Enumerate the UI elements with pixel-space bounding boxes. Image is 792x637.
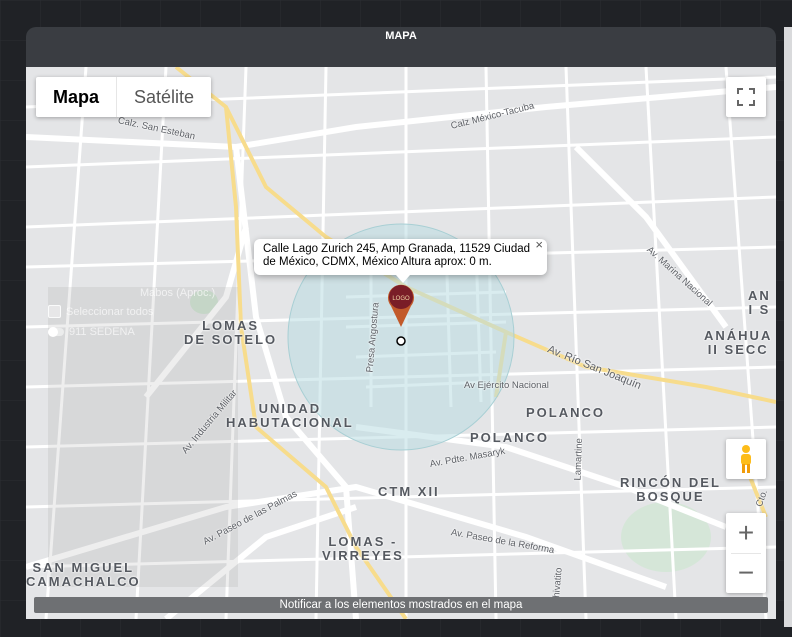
center-point-icon — [396, 336, 406, 346]
neighborhood-label: LOMAS - VIRREYES — [322, 534, 404, 563]
info-address-line1: Calle Lago Zurich 245, Amp Granada, 1152… — [263, 243, 531, 255]
fullscreen-icon — [737, 88, 755, 106]
info-window-tail — [396, 275, 410, 283]
neighborhood-label: RINCÓN DEL BOSQUE — [620, 475, 721, 504]
select-all-label: Seleccionar todos — [66, 305, 154, 318]
neighborhood-label: POLANCO — [470, 430, 549, 445]
info-address-line2: de México, CDMX, México Altura aprox: 0 … — [263, 256, 492, 268]
street-label: Lamartine — [572, 438, 585, 481]
layer-toggle[interactable] — [48, 327, 64, 337]
layer-toggle-row[interactable]: 911 SEDENA — [48, 326, 248, 338]
select-all-checkbox[interactable] — [48, 305, 61, 318]
svg-text:LOGO: LOGO — [392, 296, 410, 302]
modal-title: MAPA — [385, 30, 417, 42]
neighborhood-label: UNIDAD HABUTACIONAL — [226, 401, 354, 430]
layer-name: Mabos (Aproc.) — [140, 287, 216, 299]
notify-elements-button[interactable]: Notificar a los elementos mostrados en e… — [34, 597, 768, 613]
neighborhood-label: SAN MIGUEL CAMACHALCO — [26, 560, 141, 589]
neighborhood-label: POLANCO — [526, 405, 605, 420]
layer-toggle-label: 911 SEDENA — [69, 326, 135, 338]
layer-overlay-panel: Mabos (Aproc.) Seleccionar todos 911 SED… — [48, 287, 248, 357]
location-marker-icon[interactable]: LOGO — [387, 282, 415, 328]
map-type-map-button[interactable]: Mapa — [36, 77, 116, 117]
map-canvas[interactable]: Calz. San Esteban Calz México-Tacuba Av.… — [26, 67, 776, 619]
zoom-out-button[interactable]: − — [726, 553, 766, 593]
zoom-control: + − — [726, 513, 766, 593]
street-view-button[interactable] — [726, 439, 766, 479]
neighborhood-label: CTM XII — [378, 484, 440, 499]
street-label: Av Ejército Nacional — [464, 380, 549, 391]
select-all-row[interactable]: Seleccionar todos — [48, 305, 248, 318]
map-modal: MAPA Calz. San Esteban Calz México-Tacub… — [26, 27, 776, 619]
map-type-satellite-button[interactable]: Satélite — [117, 77, 211, 117]
neighborhood-label: AN I S — [748, 288, 771, 317]
pegman-icon — [741, 445, 751, 473]
map-type-control: Mapa Satélite — [36, 77, 212, 117]
fullscreen-button[interactable] — [726, 77, 766, 117]
neighborhood-label: ANÁHUA II SECC — [704, 328, 773, 357]
info-window: Calle Lago Zurich 245, Amp Granada, 1152… — [254, 238, 547, 275]
info-window-close-button[interactable]: × — [535, 238, 543, 251]
zoom-in-button[interactable]: + — [726, 513, 766, 553]
